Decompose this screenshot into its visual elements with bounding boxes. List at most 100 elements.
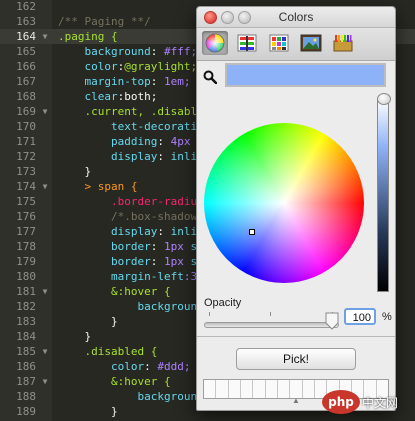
code-token: : (150, 75, 164, 88)
swatch-cell[interactable] (265, 380, 278, 398)
image-palettes-tab[interactable] (298, 31, 324, 55)
code-token: > span { (58, 180, 138, 193)
code-text: /** Paging **/ (58, 14, 151, 29)
code-token: backgroun (58, 390, 198, 403)
code-text: margin-left:3 (58, 269, 197, 284)
code-text: } (58, 164, 91, 179)
line-number: 165 (16, 45, 36, 58)
code-token: inli (170, 225, 198, 238)
code-token: : (150, 255, 164, 268)
code-token: .border-radiu (58, 195, 198, 208)
line-number: 186 (16, 360, 36, 373)
code-token: #ddd; (157, 360, 191, 373)
magnifier-icon[interactable] (203, 70, 217, 84)
line-number: 187 (16, 375, 36, 388)
color-sliders-tab[interactable] (234, 31, 260, 55)
code-text: text-decoratio (58, 119, 204, 134)
color-palettes-icon (269, 34, 289, 52)
colors-panel: Colors Opacity 100 % Pick! ▲ (196, 6, 396, 411)
code-token: padding (58, 135, 158, 148)
watermark-logo: php (322, 390, 360, 414)
line-number: 175 (16, 195, 36, 208)
code-token: display (58, 150, 158, 163)
panel-title: Colors (278, 10, 314, 24)
code-token: margin-top (58, 75, 151, 88)
color-wheel-marker[interactable] (249, 229, 255, 235)
brightness-slider[interactable] (377, 98, 389, 292)
code-text: color:@graylight; (58, 59, 197, 74)
opacity-label: Opacity (204, 297, 242, 309)
line-number: 181 (16, 285, 36, 298)
fold-arrow-icon[interactable]: ▼ (40, 179, 50, 194)
swatch-cell[interactable] (228, 380, 241, 398)
code-token: } (58, 405, 118, 418)
color-wheel-icon (205, 33, 225, 53)
code-token: /*.box-shadow (58, 210, 198, 223)
code-text: background: #fff; (58, 44, 197, 59)
opacity-unit: % (382, 311, 392, 323)
current-color-well[interactable] (225, 63, 386, 87)
code-text: .paging { (58, 29, 118, 44)
code-token: #fff; (163, 45, 198, 58)
color-palettes-tab[interactable] (266, 31, 292, 55)
opacity-tick (209, 312, 210, 316)
line-number: 171 (16, 135, 36, 148)
code-text: &:hover { (58, 284, 171, 299)
code-token: border (58, 240, 151, 253)
color-wheel-tab[interactable] (202, 31, 228, 55)
brightness-slider-knob[interactable] (377, 93, 391, 105)
line-number: 183 (16, 315, 36, 328)
code-token: margin-left (58, 270, 184, 283)
code-text: clear:both; (58, 89, 157, 104)
code-token: border (58, 255, 151, 268)
line-number: 178 (16, 240, 36, 253)
swatch-cell[interactable] (216, 380, 229, 398)
line-number: 189 (16, 405, 36, 418)
panel-titlebar[interactable]: Colors (197, 7, 395, 28)
code-token: backgroun (58, 300, 198, 313)
opacity-slider[interactable] (204, 322, 339, 328)
line-number: 188 (16, 390, 36, 403)
panel-divider (197, 336, 395, 337)
fold-arrow-icon[interactable]: ▼ (40, 284, 50, 299)
code-text: color: #ddd; (58, 359, 191, 374)
line-number: 177 (16, 225, 36, 238)
pick-button[interactable]: Pick! (236, 348, 356, 370)
code-token: display (58, 225, 158, 238)
code-token: 4px (170, 135, 191, 148)
line-number: 164 (16, 30, 36, 43)
opacity-slider-thumb[interactable] (325, 312, 339, 330)
line-number: 163 (16, 15, 36, 28)
code-token: : (150, 240, 164, 253)
line-number: 166 (16, 60, 36, 73)
swatch-cell[interactable] (240, 380, 254, 398)
code-token: &:hover { (58, 375, 171, 388)
fold-arrow-icon[interactable]: ▼ (40, 344, 50, 359)
line-number: 162 (16, 0, 36, 13)
opacity-value-field[interactable]: 100 (344, 308, 376, 325)
code-token: 1em; (163, 75, 191, 88)
fold-arrow-icon[interactable]: ▼ (40, 374, 50, 389)
code-token: } (58, 315, 118, 328)
code-token: text-decoratio (58, 120, 204, 133)
line-number: 169 (16, 105, 36, 118)
swatch-resize-grip-icon[interactable]: ▲ (292, 396, 300, 405)
overflow-comment: / (399, 212, 413, 227)
code-token: : (157, 225, 171, 238)
swatch-cell[interactable] (204, 380, 217, 398)
code-token: .current, .disable (58, 105, 204, 118)
color-wheel[interactable] (204, 123, 364, 283)
swatch-cell[interactable] (302, 380, 315, 398)
line-number: 173 (16, 165, 36, 178)
opacity-tick (270, 312, 271, 316)
fold-arrow-icon[interactable]: ▼ (40, 104, 50, 119)
code-token: /** Paging **/ (58, 15, 151, 28)
swatch-cell[interactable] (253, 380, 266, 398)
crayons-tab[interactable] (330, 31, 356, 55)
code-token: .disabled { (58, 345, 158, 358)
line-number: 170 (16, 120, 36, 133)
swatch-cell[interactable] (277, 380, 291, 398)
fold-arrow-icon[interactable]: ▼ (40, 29, 50, 44)
code-token: clear (58, 90, 118, 103)
code-text: } (58, 314, 118, 329)
